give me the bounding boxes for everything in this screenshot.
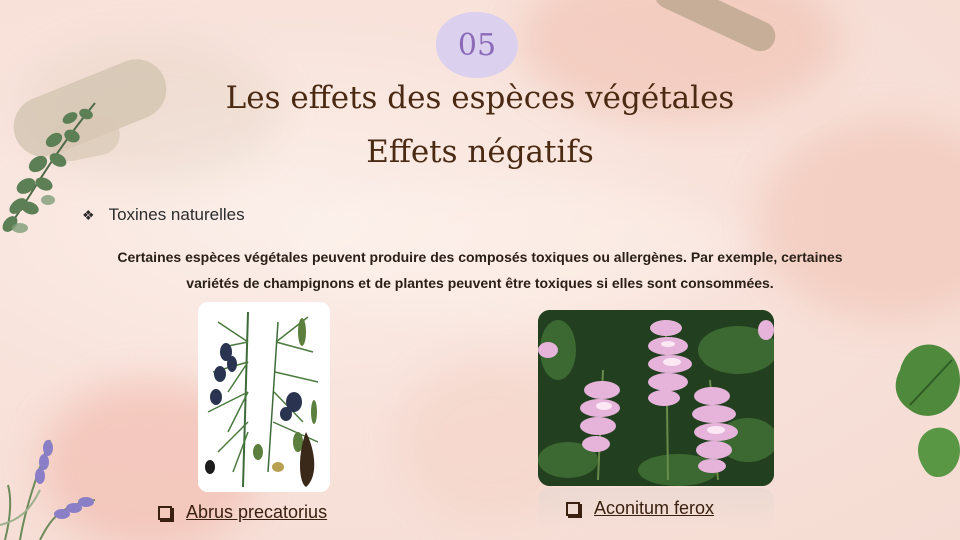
figure-caption-abrus: Abrus precatorius bbox=[158, 502, 327, 523]
lavender-icon bbox=[0, 439, 96, 540]
body-paragraph: Certaines espèces végétales peuvent prod… bbox=[60, 244, 900, 296]
aconitum-ferox-link[interactable]: Aconitum ferox bbox=[594, 498, 714, 519]
checkbox-bullet-icon bbox=[566, 501, 580, 516]
strawberry-leaf-icon bbox=[895, 344, 960, 478]
abrus-precatorius-link[interactable]: Abrus precatorius bbox=[186, 502, 327, 523]
abrus-image bbox=[198, 302, 330, 492]
bullet-heading: ❖ Toxines naturelles bbox=[82, 205, 245, 225]
slide-subtitle: Effets négatifs bbox=[366, 134, 594, 170]
slide-number-badge: 05 bbox=[436, 12, 518, 78]
pink-flower-photo-icon bbox=[538, 310, 774, 486]
diamond-bullet-icon: ❖ bbox=[82, 206, 95, 223]
paragraph-line: Certaines espèces végétales peuvent prod… bbox=[117, 249, 843, 265]
slide: 05 Les effets des espèces végétales Effe… bbox=[0, 0, 960, 540]
paragraph-line: variétés de champignons et de plantes pe… bbox=[186, 275, 774, 291]
botanical-illustration-icon bbox=[198, 302, 330, 492]
aconitum-image bbox=[538, 310, 774, 486]
checkbox-bullet-icon bbox=[158, 505, 172, 520]
slide-number: 05 bbox=[457, 27, 497, 63]
slide-title: Les effets des espèces végétales bbox=[225, 80, 735, 116]
figure-caption-aconitum: Aconitum ferox bbox=[566, 498, 714, 519]
bullet-heading-text: Toxines naturelles bbox=[108, 205, 245, 224]
